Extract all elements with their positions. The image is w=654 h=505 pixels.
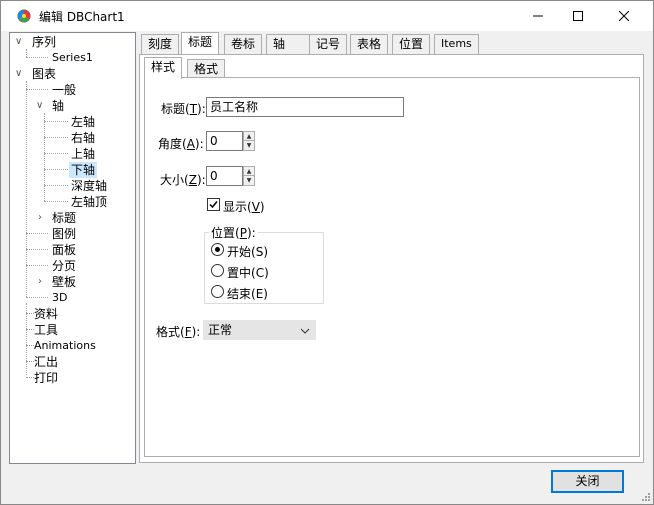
tree-item-tools[interactable]: 工具 — [34, 322, 58, 338]
radio-end-label[interactable]: 结束(E) — [227, 285, 268, 302]
tree-line — [26, 57, 48, 58]
chevron-down-icon — [300, 328, 310, 334]
tree-item-print[interactable]: 打印 — [34, 370, 58, 386]
tab-position[interactable]: 位置 — [392, 34, 431, 54]
show-checkbox[interactable] — [207, 198, 220, 211]
tab-axis[interactable]: 轴 — [266, 34, 310, 54]
chevron-down-icon[interactable]: ∨ — [15, 68, 22, 79]
show-label[interactable]: 显示(V) — [223, 198, 265, 215]
close-window-button[interactable] — [601, 1, 647, 31]
spin-down-icon[interactable]: ▼ — [244, 176, 254, 185]
tree-line — [26, 265, 48, 266]
radio-start-label[interactable]: 开始(S) — [227, 243, 268, 260]
chevron-right-icon[interactable]: › — [38, 276, 42, 287]
window-title: 编辑 DBChart1 — [39, 10, 125, 24]
tree-item-paging[interactable]: 分页 — [52, 258, 76, 274]
radio-center[interactable] — [211, 264, 224, 277]
tab-ticks[interactable]: 记号 — [309, 34, 348, 54]
tree-item-general[interactable]: 一般 — [52, 82, 76, 98]
subtab-style[interactable]: 样式 — [144, 57, 183, 79]
tree-line — [44, 201, 68, 202]
chevron-down-icon[interactable]: ∨ — [15, 36, 22, 47]
tree-line — [26, 249, 48, 250]
tree-item-animations[interactable]: Animations — [34, 338, 96, 354]
radio-center-label[interactable]: 置中(C) — [227, 264, 269, 281]
tree-item-axis[interactable]: 轴 — [52, 98, 64, 114]
tree-item-bottom-axis[interactable]: 下轴 — [69, 162, 98, 178]
maximize-icon — [573, 11, 583, 21]
tab-scale[interactable]: 刻度 — [141, 34, 180, 54]
tab-items[interactable]: Items — [434, 34, 479, 54]
tree-line — [44, 185, 68, 186]
tree-item-export[interactable]: 汇出 — [34, 354, 58, 370]
tree-line — [44, 153, 68, 154]
spin-down-icon[interactable]: ▼ — [244, 141, 254, 150]
tree-item-3d[interactable]: 3D — [52, 290, 67, 306]
dialog-window: 编辑 DBChart1 ∨ 序列 Series1 ∨ 图表 一般 ∨ 轴 左轴 … — [0, 0, 654, 505]
title-label: 标题(T): — [161, 102, 206, 116]
subtab-format[interactable]: 格式 — [187, 59, 226, 79]
tree-item-title[interactable]: 标题 — [52, 210, 76, 226]
tree-line — [26, 49, 27, 57]
tree-line — [26, 233, 48, 234]
angle-input[interactable]: 0 — [206, 131, 243, 151]
tree-line — [26, 329, 34, 330]
tree-line — [44, 121, 68, 122]
format-select-value: 正常 — [208, 323, 233, 337]
size-label: 大小(Z): — [160, 173, 206, 187]
tree-item-walls[interactable]: 壁板 — [52, 274, 76, 290]
resize-grip-icon[interactable] — [641, 492, 651, 502]
tree-line — [26, 377, 34, 378]
tree-line — [26, 89, 48, 90]
tree-item-depth-axis[interactable]: 深度轴 — [71, 178, 107, 194]
position-group-label: 位置(P): — [209, 224, 258, 241]
tree-item-series1[interactable]: Series1 — [52, 50, 93, 66]
angle-spinner[interactable]: ▲ ▼ — [243, 131, 255, 151]
title-input[interactable]: 员工名称 — [206, 97, 404, 117]
checkmark-icon — [209, 201, 218, 209]
tree-item-left-axis-top[interactable]: 左轴顶 — [71, 194, 107, 210]
chevron-right-icon[interactable]: › — [38, 212, 42, 223]
maximize-button[interactable] — [555, 1, 601, 31]
close-icon — [619, 11, 629, 21]
angle-label: 角度(A): — [158, 137, 204, 151]
tree-item-left-axis[interactable]: 左轴 — [71, 114, 95, 130]
chart-icon — [17, 9, 31, 23]
minimize-icon — [533, 15, 543, 17]
tree-line — [26, 297, 48, 298]
tree-item-series[interactable]: 序列 — [32, 34, 56, 50]
tab-grid[interactable]: 表格 — [350, 34, 389, 54]
spin-up-icon[interactable]: ▲ — [244, 167, 254, 176]
spin-up-icon[interactable]: ▲ — [244, 132, 254, 141]
tree-item-legend[interactable]: 图例 — [52, 226, 76, 242]
format-select[interactable]: 正常 — [203, 320, 316, 340]
chevron-down-icon[interactable]: ∨ — [36, 100, 43, 111]
tab-labels[interactable]: 卷标 — [224, 34, 263, 54]
tree-item-data[interactable]: 资料 — [34, 306, 58, 322]
size-input[interactable]: 0 — [206, 166, 243, 186]
radio-start[interactable] — [211, 243, 224, 256]
format-label: 格式(F): — [156, 325, 201, 339]
settings-tree: ∨ 序列 Series1 ∨ 图表 一般 ∨ 轴 左轴 右轴 上轴 下轴 深度轴… — [9, 32, 136, 464]
tree-line — [26, 313, 34, 314]
tree-item-top-axis[interactable]: 上轴 — [71, 146, 95, 162]
tree-line — [44, 169, 68, 170]
radio-end[interactable] — [211, 285, 224, 298]
tree-line — [44, 137, 68, 138]
size-spinner[interactable]: ▲ ▼ — [243, 166, 255, 186]
tree-item-right-axis[interactable]: 右轴 — [71, 130, 95, 146]
tree-item-panel[interactable]: 面板 — [52, 242, 76, 258]
tree-line — [44, 113, 45, 201]
tree-line — [26, 345, 34, 346]
title-bar: 编辑 DBChart1 — [1, 1, 653, 31]
tree-item-chart[interactable]: 图表 — [32, 66, 56, 82]
close-button[interactable]: 关闭 — [551, 470, 624, 493]
tree-line — [26, 361, 34, 362]
tab-title[interactable]: 标题 — [181, 32, 220, 54]
